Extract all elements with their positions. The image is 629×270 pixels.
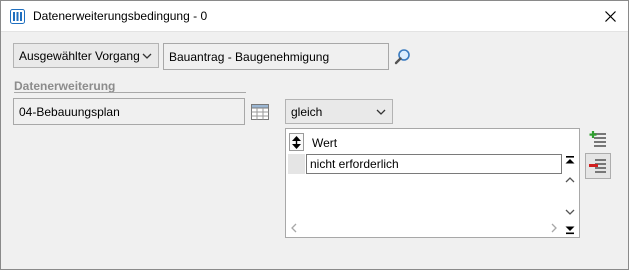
values-grid[interactable]: Wert nicht erforderlich	[285, 128, 580, 238]
close-icon	[604, 10, 616, 22]
vertical-scrollbar[interactable]	[562, 154, 578, 236]
scope-select[interactable]: Ausgewählter Vorgang	[13, 43, 159, 68]
column-header-wert: Wert	[312, 136, 338, 150]
app-icon	[10, 9, 25, 24]
table-picker-icon[interactable]	[251, 104, 269, 120]
operator-select-value: gleich	[291, 104, 323, 119]
add-row-button[interactable]	[587, 129, 609, 151]
scope-select-value: Ausgewählter Vorgang	[19, 48, 140, 63]
section-title: Datenerweiterung	[14, 79, 116, 93]
datenerweiterung-field-value: 04-Bebauungsplan	[19, 104, 120, 119]
value-cell: nicht erforderlich	[310, 157, 399, 171]
window-title: Datenerweiterungsbedingung - 0	[33, 9, 208, 23]
dialog-window: Datenerweiterungsbedingung - 0 Ausgewähl…	[0, 0, 629, 270]
table-row[interactable]: nicht erforderlich	[306, 154, 562, 174]
horizontal-scrollbar[interactable]	[288, 221, 560, 235]
remove-row-button[interactable]	[585, 153, 611, 179]
section-divider	[14, 92, 246, 93]
add-row-icon	[589, 131, 606, 147]
search-icon[interactable]	[394, 48, 412, 66]
row-header[interactable]	[288, 154, 305, 174]
sort-arrows-icon	[292, 135, 301, 149]
title-bar: Datenerweiterungsbedingung - 0	[1, 1, 628, 32]
operator-select[interactable]: gleich	[285, 99, 393, 124]
process-field-value: Bauantrag - Baugenehmigung	[169, 49, 330, 64]
chevron-down-icon	[376, 109, 386, 115]
datenerweiterung-field[interactable]: 04-Bebauungsplan	[13, 98, 245, 125]
process-field[interactable]: Bauantrag - Baugenehmigung	[163, 43, 389, 70]
remove-row-icon	[589, 159, 606, 173]
chevron-down-icon	[142, 53, 152, 59]
sort-toggle-button[interactable]	[289, 133, 304, 151]
close-button[interactable]	[592, 1, 628, 31]
